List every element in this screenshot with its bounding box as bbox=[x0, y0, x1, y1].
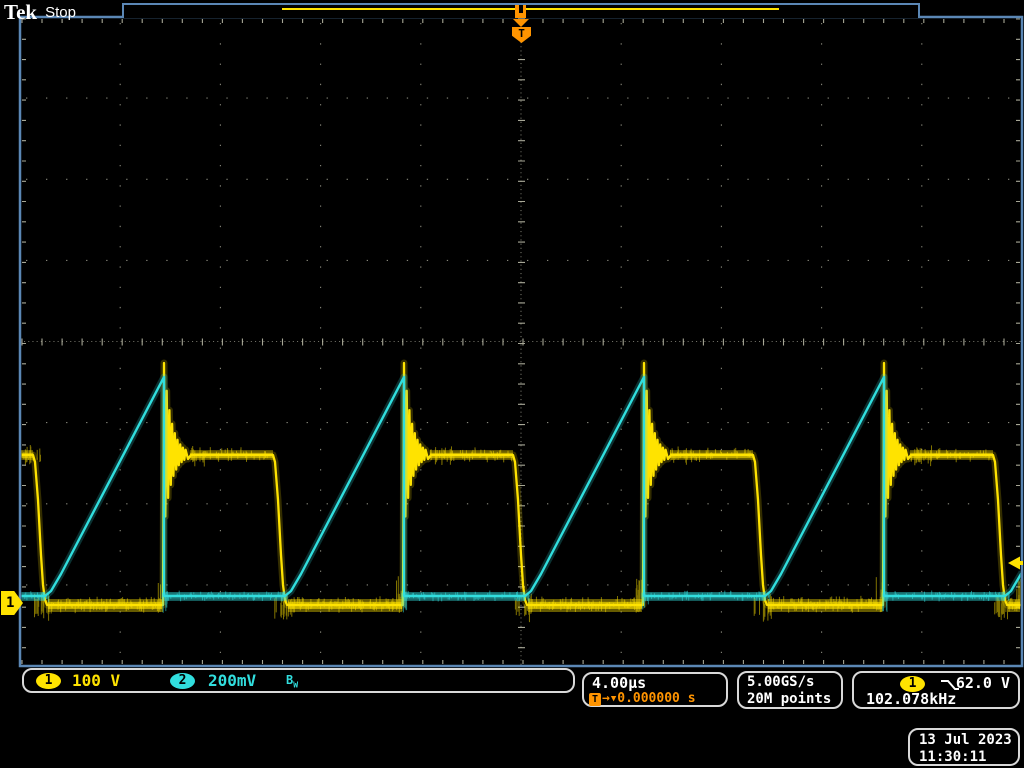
triangle-down-icon: ▼ bbox=[611, 692, 616, 706]
trigger-level-arrow-stem bbox=[1019, 561, 1023, 565]
record-view-bar bbox=[122, 3, 920, 18]
horizontal-readout-box[interactable]: 4.00µs T → ▼ 0.000000 s bbox=[582, 672, 728, 707]
timebase-readout: 4.00µs bbox=[592, 675, 646, 691]
trigger-level-arrow[interactable] bbox=[1008, 557, 1020, 570]
datetime-box: 13 Jul 2023 11:30:11 bbox=[908, 728, 1020, 766]
trigger-frequency-readout: 102.078kHz bbox=[866, 691, 956, 708]
header: TekStop bbox=[4, 0, 76, 18]
ch1-ground-label: 1 bbox=[6, 595, 14, 611]
trigger-readout-box[interactable]: 1 62.0 V 102.078kHz bbox=[852, 671, 1020, 709]
acquisition-readout-box[interactable]: 5.00GS/s 20M points bbox=[737, 671, 843, 709]
date-readout: 13 Jul 2023 bbox=[919, 732, 1012, 748]
time-readout: 11:30:11 bbox=[919, 749, 986, 765]
trigger-badge-label: T bbox=[518, 27, 525, 40]
ch1-badge[interactable]: 1 bbox=[36, 673, 61, 689]
ch1-scale-readout: 100 V bbox=[72, 672, 120, 690]
record-trigger-marker[interactable] bbox=[515, 5, 526, 18]
record-trigger-marker-notch bbox=[519, 5, 523, 13]
trigger-position-readout: T → ▼ 0.000000 s bbox=[589, 692, 696, 706]
sample-rate-readout: 5.00GS/s bbox=[747, 674, 814, 690]
graticule-and-traces bbox=[0, 0, 1024, 768]
acquisition-status: Stop bbox=[45, 4, 76, 21]
waveform-layer bbox=[20, 363, 1022, 622]
ch2-scale-readout: 200mV bbox=[208, 672, 256, 690]
trigger-position-pointer-icon[interactable] bbox=[513, 19, 529, 27]
ch2-badge[interactable]: 2 bbox=[170, 673, 195, 689]
channel-readout-box[interactable]: 1 100 V 2 200mV BW bbox=[22, 668, 575, 693]
trigger-level-readout: 62.0 V bbox=[956, 675, 1010, 691]
record-length-readout: 20M points bbox=[747, 691, 831, 707]
oscilloscope-screen: TekStop T 1 1 100 V 2 200mV BW 4.00µs T … bbox=[0, 0, 1024, 768]
tek-logo: Tek bbox=[4, 0, 37, 24]
trigger-t-chip-icon: T bbox=[589, 693, 601, 706]
arrow-right-icon: → bbox=[602, 692, 610, 706]
grid-dots bbox=[26, 23, 1009, 653]
record-window-line bbox=[282, 8, 779, 10]
ch2-bandwidth-limit-icon: BW bbox=[286, 673, 298, 689]
trigger-position-value: 0.000000 s bbox=[617, 692, 695, 706]
